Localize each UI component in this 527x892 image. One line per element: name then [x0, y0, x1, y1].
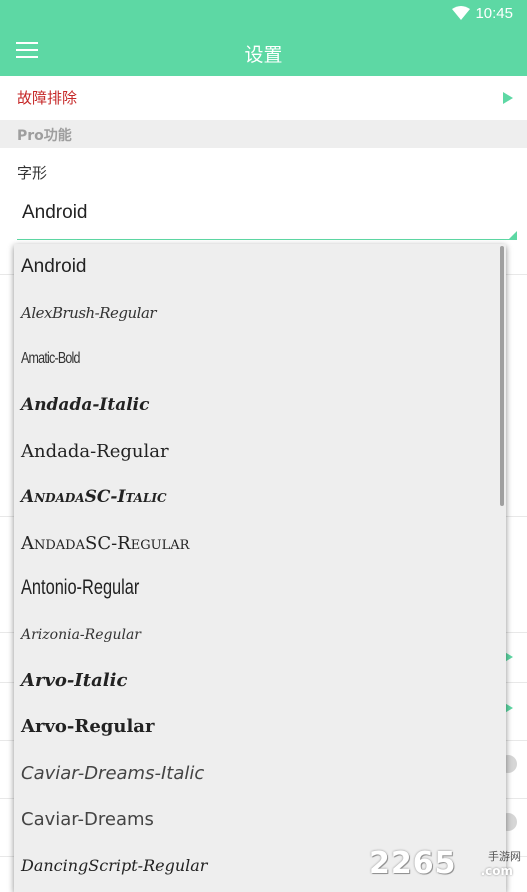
- font-option-caviar-dreams-italic[interactable]: Caviar-Dreams-Italic: [14, 750, 506, 796]
- font-option-label: DancingScript-Regular: [21, 856, 208, 875]
- font-option-label: AndadaSC-Italic: [21, 487, 167, 507]
- font-select-value[interactable]: Android: [22, 202, 88, 224]
- font-option-arizonia-regular[interactable]: Arizonia-Regular: [14, 612, 506, 658]
- font-option-label: Andada-Regular: [21, 441, 169, 462]
- font-option-arvo-regular[interactable]: Arvo-Regular: [14, 704, 506, 750]
- font-setting: 字形 Android: [0, 148, 527, 244]
- font-option-andadasc-italic[interactable]: AndadaSC-Italic: [14, 474, 506, 520]
- app-bar: 设置: [0, 28, 527, 76]
- font-option-caviar-dreams[interactable]: Caviar-Dreams: [14, 796, 506, 842]
- font-option-andadasc-regular[interactable]: AndadaSC-Regular: [14, 520, 506, 566]
- font-option-label: Arvo-Italic: [21, 670, 128, 691]
- font-option-arvo-italic[interactable]: Arvo-Italic: [14, 658, 506, 704]
- font-select-underline: [17, 239, 517, 240]
- watermark-sub: 手游网: [488, 850, 521, 863]
- font-option-label: Caviar-Dreams-Italic: [21, 763, 205, 784]
- font-option-label: Caviar-Dreams: [21, 809, 154, 830]
- chevron-right-icon: [503, 92, 513, 104]
- font-option-andada-regular[interactable]: Andada-Regular: [14, 428, 506, 474]
- status-time: 10:45: [475, 5, 513, 22]
- wifi-icon: [452, 6, 470, 20]
- font-option-label: Andada-Italic: [21, 395, 150, 415]
- status-bar: 10:45: [0, 0, 527, 28]
- pro-section-header: Pro功能: [0, 120, 527, 148]
- font-option-android[interactable]: Android: [14, 244, 506, 290]
- font-option-label: Android: [21, 256, 87, 277]
- font-option-label: Antonio-Regular: [21, 576, 140, 599]
- font-option-label: AlexBrush-Regular: [21, 304, 157, 322]
- dropdown-corner-icon: [509, 231, 517, 239]
- font-option-andada-italic[interactable]: Andada-Italic: [14, 382, 506, 428]
- watermark-suffix: .com: [480, 864, 513, 878]
- font-setting-label: 字形: [17, 164, 48, 182]
- page-title: 设置: [244, 44, 283, 66]
- font-option-label: Amatic-Bold: [21, 350, 80, 367]
- font-option-alexbrush-regular[interactable]: AlexBrush-Regular: [14, 290, 506, 336]
- troubleshoot-label: 故障排除: [17, 89, 78, 107]
- font-option-label: Arizonia-Regular: [21, 627, 141, 643]
- font-dropdown-list: Android AlexBrush-Regular Amatic-Bold An…: [14, 244, 506, 892]
- font-option-amatic-bold[interactable]: Amatic-Bold: [14, 336, 506, 382]
- pro-section-label: Pro功能: [17, 128, 72, 144]
- font-option-label: Arvo-Regular: [21, 716, 155, 737]
- watermark-main: 2265: [369, 846, 457, 881]
- font-option-label: AndadaSC-Regular: [21, 533, 190, 554]
- troubleshoot-row[interactable]: 故障排除: [0, 76, 527, 120]
- watermark-logo: 2265 手游网 .com: [369, 846, 521, 881]
- dropdown-scrollbar[interactable]: [500, 246, 504, 506]
- font-option-antonio-regular[interactable]: Antonio-Regular: [14, 566, 506, 612]
